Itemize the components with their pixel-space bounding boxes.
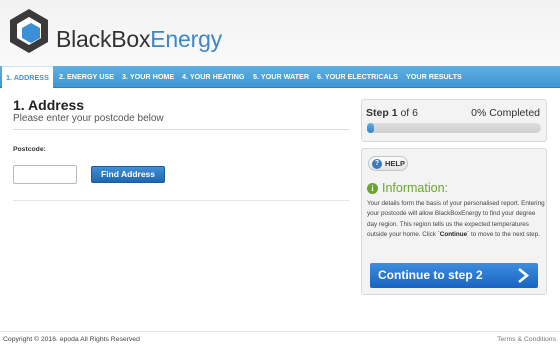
info-text-after: ` to move to the next step. <box>467 230 540 238</box>
help-button[interactable]: ? HELP <box>368 156 408 171</box>
divider <box>13 200 350 201</box>
continue-label: Continue to step 2 <box>378 268 483 282</box>
progress-panel: Step 1 of 6 0% Completed <box>361 99 547 142</box>
step-current: 1 <box>391 107 398 119</box>
footer-divider <box>0 331 560 332</box>
continue-button[interactable]: Continue to step 2 <box>370 263 538 288</box>
completion-text: 0% Completed <box>471 107 540 119</box>
question-icon: ? <box>372 159 382 169</box>
page-subtitle: Please enter your postcode below <box>13 113 164 124</box>
step-nav: 1. ADDRESS 2. ENERGY USE 3. YOUR HOME 4.… <box>0 66 560 89</box>
find-address-button[interactable]: Find Address <box>91 166 165 183</box>
postcode-input[interactable] <box>13 165 77 184</box>
blackbox-logo-icon[interactable] <box>9 8 49 54</box>
step-total: of 6 <box>400 107 418 119</box>
info-title: Information: <box>382 181 449 195</box>
brand-name[interactable]: BlackBoxEnergy <box>56 26 222 53</box>
info-text: Your details form the basis of your pers… <box>367 199 547 240</box>
info-text-continue: Continue <box>439 230 468 238</box>
page-title: 1. Address <box>13 97 85 113</box>
tab-your-home[interactable]: 3. YOUR HOME <box>118 66 178 88</box>
terms-link[interactable]: Terms & Conditions <box>497 336 556 343</box>
info-icon: i <box>367 183 378 194</box>
tab-your-water[interactable]: 5. YOUR WATER <box>249 66 313 88</box>
step-indicator: Step 1 of 6 <box>366 107 418 119</box>
copyright-text: Copyright © 2016. epoda All Rights Reser… <box>3 336 140 343</box>
brand-part1: BlackBox <box>56 26 151 52</box>
tab-your-electricals[interactable]: 6. YOUR ELECTRICALS <box>313 66 402 88</box>
divider <box>13 129 350 130</box>
postcode-label: Postcode: <box>13 146 46 153</box>
brand-part2: Energy <box>150 26 222 52</box>
tab-your-heating[interactable]: 4. YOUR HEATING <box>178 66 248 88</box>
progress-bar-fill <box>367 123 374 133</box>
chevron-right-icon <box>518 268 530 283</box>
header: BlackBoxEnergy <box>0 0 560 66</box>
progress-bar <box>367 123 541 133</box>
step-word: Step <box>366 107 389 119</box>
help-panel: ? HELP i Information: Your details form … <box>361 148 547 295</box>
help-label: HELP <box>385 159 406 168</box>
tab-address[interactable]: 1. ADDRESS <box>2 66 53 89</box>
tab-energy-use[interactable]: 2. ENERGY USE <box>55 66 118 88</box>
tab-your-results[interactable]: YOUR RESULTS <box>402 66 466 88</box>
